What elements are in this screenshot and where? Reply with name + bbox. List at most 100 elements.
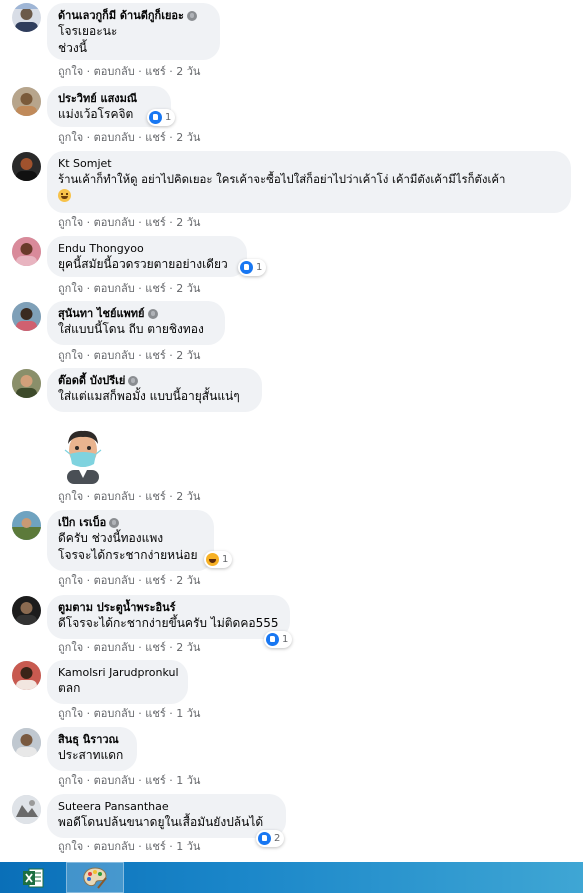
like-link[interactable]: ถูกใจ — [58, 774, 83, 788]
like-link[interactable]: ถูกใจ — [58, 131, 83, 145]
avatar[interactable] — [12, 3, 41, 32]
like-link[interactable]: ถูกใจ — [58, 840, 83, 854]
like-link[interactable]: ถูกใจ — [58, 65, 83, 79]
reaction-count: 1 — [282, 634, 289, 645]
avatar[interactable] — [12, 87, 41, 116]
share-link[interactable]: แชร์ — [145, 707, 165, 721]
reply-link[interactable]: ตอบกลับ — [94, 131, 135, 145]
comment-bubble: Endu Thongyoo ยุคนี้สมัยนี้อวดรวยตายอย่า… — [47, 236, 247, 277]
commenter-name[interactable]: Suteera Pansanthae — [58, 799, 169, 814]
timestamp[interactable]: 2 วัน — [176, 490, 200, 504]
share-link[interactable]: แชร์ — [145, 349, 165, 363]
timestamp[interactable]: 2 วัน — [176, 131, 200, 145]
avatar[interactable] — [12, 661, 41, 690]
avatar[interactable] — [12, 795, 41, 824]
commenter-name[interactable]: Endu Thongyoo — [58, 241, 144, 256]
reply-link[interactable]: ตอบกลับ — [94, 216, 135, 230]
paint-taskbar-button[interactable] — [66, 862, 124, 893]
reaction-count: 1 — [222, 554, 229, 565]
avatar[interactable] — [12, 302, 41, 331]
reaction-summary[interactable]: 1 — [204, 551, 233, 568]
avatar[interactable] — [12, 152, 41, 181]
comment-bubble: สุนันทา ไชย์แพทย์ ใส่แบบนี้โดน ถีบ ตายชิ… — [47, 301, 225, 345]
share-link[interactable]: แชร์ — [145, 774, 165, 788]
share-link[interactable]: แชร์ — [145, 65, 165, 79]
like-reaction-icon — [149, 111, 162, 124]
top-fan-badge-icon — [109, 517, 120, 528]
like-link[interactable]: ถูกใจ — [58, 707, 83, 721]
reaction-summary[interactable]: 1 — [238, 259, 267, 276]
timestamp[interactable]: 2 วัน — [176, 349, 200, 363]
comment-text: ช่วงนี้ — [58, 41, 87, 55]
commenter-name[interactable]: เป๊ก เรเบ็อ — [58, 515, 106, 530]
timestamp[interactable]: 2 วัน — [176, 216, 200, 230]
comment-bubble: เป๊ก เรเบ็อ ดีครับ ช่วงนี้ทองแพง โจรจะได… — [47, 510, 214, 571]
commenter-name[interactable]: สุนันทา ไชย์แพทย์ — [58, 306, 145, 321]
timestamp[interactable]: 2 วัน — [176, 574, 200, 588]
like-link[interactable]: ถูกใจ — [58, 349, 83, 363]
reaction-summary[interactable]: 1 — [147, 109, 176, 126]
timestamp[interactable]: 1 วัน — [176, 840, 200, 854]
avatar[interactable] — [12, 728, 41, 757]
comment-actions: ถูกใจ · ตอบกลับ · แชร์ · 2 วัน — [58, 641, 201, 655]
comment-text: โจรเยอะนะ — [58, 24, 118, 38]
reply-link[interactable]: ตอบกลับ — [94, 574, 135, 588]
share-link[interactable]: แชร์ — [145, 216, 165, 230]
comment-actions: ถูกใจ · ตอบกลับ · แชร์ · 2 วัน — [58, 349, 201, 363]
reply-link[interactable]: ตอบกลับ — [94, 840, 135, 854]
comment-text: ดีโจรจะได้กะชากง่ายขึ้นครับ ไม่ติดคอ555 — [58, 616, 279, 630]
reply-link[interactable]: ตอบกลับ — [94, 282, 135, 296]
commenter-name[interactable]: ด้านเลวกูก็มี ด้านดีกูก็เยอะ — [58, 8, 184, 23]
avatar[interactable] — [12, 511, 41, 540]
comment-actions: ถูกใจ · ตอบกลับ · แชร์ · 1 วัน — [58, 774, 201, 788]
share-link[interactable]: แชร์ — [145, 574, 165, 588]
commenter-name[interactable]: ตูมตาม ประตูน้ำพระอินร์ — [58, 600, 176, 615]
reply-link[interactable]: ตอบกลับ — [94, 349, 135, 363]
like-link[interactable]: ถูกใจ — [58, 574, 83, 588]
comment-actions: ถูกใจ · ตอบกลับ · แชร์ · 1 วัน — [58, 840, 201, 854]
timestamp[interactable]: 2 วัน — [176, 65, 200, 79]
comment-text: โจรจะได้กระชากง่ายหน่อย — [58, 548, 198, 562]
timestamp[interactable]: 1 วัน — [176, 707, 200, 721]
comment-text: ตลก — [58, 681, 81, 695]
comment-bubble: Suteera Pansanthae พอดีโดนปล้นขนาดยูในเส… — [47, 794, 286, 838]
share-link[interactable]: แชร์ — [145, 131, 165, 145]
comment-text: ใส่แบบนี้โดน ถีบ ตายชิงทอง — [58, 322, 204, 336]
like-link[interactable]: ถูกใจ — [58, 216, 83, 230]
reaction-summary[interactable]: 1 — [264, 631, 293, 648]
commenter-name[interactable]: สินธุ นิราวณ — [58, 732, 119, 747]
reply-link[interactable]: ตอบกลับ — [94, 707, 135, 721]
commenter-name[interactable]: ประวิทย์ แสงมณี — [58, 91, 137, 106]
paint-palette-icon — [83, 866, 107, 889]
reply-link[interactable]: ตอบกลับ — [94, 641, 135, 655]
comment-text: แม่งเว้อโรคจิต — [58, 107, 134, 121]
memoji-sticker[interactable] — [57, 426, 109, 484]
like-link[interactable]: ถูกใจ — [58, 641, 83, 655]
avatar[interactable] — [12, 596, 41, 625]
haha-reaction-icon — [206, 553, 219, 566]
share-link[interactable]: แชร์ — [145, 641, 165, 655]
like-link[interactable]: ถูกใจ — [58, 282, 83, 296]
like-link[interactable]: ถูกใจ — [58, 490, 83, 504]
comment-text: ร้านเค้าก็ทำให้ดู อย่าไปคิดเยอะ ใครเค้าจ… — [58, 172, 506, 186]
share-link[interactable]: แชร์ — [145, 282, 165, 296]
timestamp[interactable]: 1 วัน — [176, 774, 200, 788]
avatar[interactable] — [12, 369, 41, 398]
share-link[interactable]: แชร์ — [145, 490, 165, 504]
timestamp[interactable]: 2 วัน — [176, 282, 200, 296]
reaction-summary[interactable]: 2 — [256, 830, 285, 847]
reply-link[interactable]: ตอบกลับ — [94, 65, 135, 79]
timestamp[interactable]: 2 วัน — [176, 641, 200, 655]
reply-link[interactable]: ตอบกลับ — [94, 774, 135, 788]
commenter-name[interactable]: Kamolsri Jarudpronkul — [58, 665, 179, 680]
avatar[interactable] — [12, 237, 41, 266]
commenter-name[interactable]: Kt Somjet — [58, 156, 112, 171]
reply-link[interactable]: ตอบกลับ — [94, 490, 135, 504]
reaction-count: 1 — [256, 262, 263, 273]
excel-taskbar-button[interactable] — [8, 862, 58, 893]
commenter-name[interactable]: ต๊อดดี้ บังปรีเย่ — [58, 373, 125, 388]
smile-emoji-icon — [58, 189, 71, 202]
like-reaction-icon — [240, 261, 253, 274]
share-link[interactable]: แชร์ — [145, 840, 165, 854]
top-fan-badge-icon — [128, 375, 139, 386]
